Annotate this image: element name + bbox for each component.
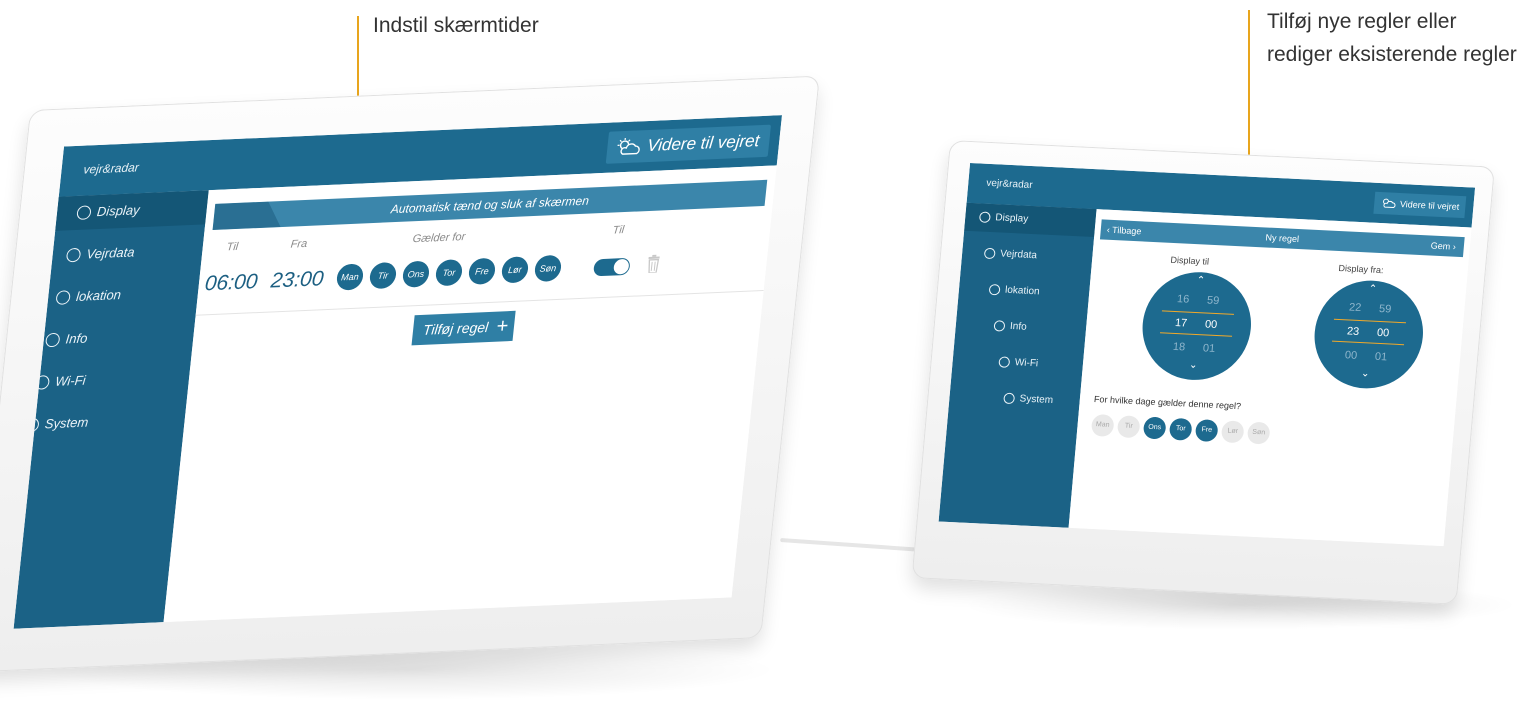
day-chip-ons[interactable]: Ons <box>1142 416 1167 440</box>
chevron-up-icon[interactable]: ⌃ <box>1146 273 1255 289</box>
col-header-gaelder: Gælder for <box>412 230 466 246</box>
sidebar-item-wifi[interactable]: Wi-Fi <box>34 359 192 400</box>
sidebar-item-vejrdata[interactable]: Vejrdata <box>51 232 205 273</box>
plus-icon: + <box>495 315 510 338</box>
check-icon <box>24 417 40 433</box>
wifi-icon <box>998 356 1011 368</box>
panel-title: Automatisk tænd og sluk af skærmen <box>390 193 590 217</box>
col-header-fra: Fra <box>290 237 308 251</box>
sidebar-item-lokation[interactable]: lokation <box>46 275 200 316</box>
chevron-down-icon[interactable]: ⌄ <box>1139 357 1248 373</box>
panel-header: Automatisk tænd og sluk af skærmen <box>212 179 768 231</box>
power-icon <box>76 205 92 220</box>
brand-logo-right: vejr&radar <box>985 177 1033 192</box>
toggle-knob <box>613 258 630 275</box>
day-chip-tor[interactable]: Tor <box>1168 417 1193 441</box>
days-question: For hvilke dage gælder denne regel? <box>1093 394 1242 412</box>
col-header-til2: Til <box>612 224 625 237</box>
location-icon <box>988 283 1001 296</box>
check-icon <box>1003 392 1016 405</box>
ellipsis-icon <box>983 247 996 260</box>
rule-editor-title: Ny regel <box>1265 232 1300 245</box>
sidebar-item-display[interactable]: Display <box>55 190 209 231</box>
chevron-down-icon[interactable]: ⌄ <box>1311 366 1420 382</box>
day-chip-man[interactable]: Man <box>335 263 365 291</box>
trash-icon[interactable] <box>646 254 661 274</box>
rule-toggle[interactable] <box>592 257 631 277</box>
chevron-up-icon[interactable]: ⌃ <box>1318 281 1427 297</box>
sidebar-item-vejrdata[interactable]: Vejrdata <box>961 239 1093 273</box>
right-tablet-screen: vejr&radar Videre til vejret Display Vej… <box>938 162 1476 547</box>
sun-cloud-icon <box>1382 198 1396 208</box>
right-tablet-frame: vejr&radar Videre til vejret Display Vej… <box>911 140 1495 605</box>
weather-button[interactable]: Videre til vejret <box>605 124 772 164</box>
right-content: ‹ Tilbage Ny regel Gem › Display til ⌃ 1… <box>1068 209 1472 547</box>
add-rule-button[interactable]: Tilføj regel + <box>411 310 516 346</box>
day-chip-son[interactable]: Søn <box>533 254 563 283</box>
day-chip-son[interactable]: Søn <box>1246 421 1271 445</box>
day-chip-tir[interactable]: Tir <box>1116 415 1141 439</box>
left-callout-text: Indstil skærmtider <box>373 14 539 37</box>
day-chip-tor[interactable]: Tor <box>434 259 464 287</box>
sidebar-item-info[interactable]: Info <box>42 317 196 358</box>
ellipsis-icon <box>65 247 82 263</box>
dial-fra-label: Display fra: <box>1338 263 1384 276</box>
rule-fra-time[interactable]: 23:00 <box>270 267 325 293</box>
day-chip-lor[interactable]: Lør <box>1220 420 1245 444</box>
save-button[interactable]: Gem › <box>1430 236 1457 257</box>
day-chip-ons[interactable]: Ons <box>401 260 431 288</box>
left-content: Automatisk tænd og sluk af skærmen Til F… <box>163 165 777 623</box>
sidebar-item-display[interactable]: Display <box>964 202 1097 238</box>
sidebar-item-info[interactable]: Info <box>955 310 1087 344</box>
day-chip-fre[interactable]: Fre <box>1194 419 1219 443</box>
right-callout-text-line2: rediger eksisterende regler <box>1267 43 1517 66</box>
add-rule-label: Tilføj regel <box>422 318 490 338</box>
sidebar-item-lokation[interactable]: lokation <box>958 275 1090 309</box>
location-icon <box>55 290 71 305</box>
left-tablet-screen: vejr&radar Videre til vejret Display Vej… <box>13 115 783 629</box>
col-header-til: Til <box>226 240 239 254</box>
weather-button-right-label: Videre til vejret <box>1399 199 1460 212</box>
sun-cloud-icon <box>617 137 640 155</box>
power-icon <box>978 211 991 223</box>
sidebar-item-system[interactable]: System <box>24 401 187 442</box>
brand-logo: vejr&radar <box>82 160 140 177</box>
bulb-icon <box>993 320 1006 332</box>
left-tablet-frame: vejr&radar Videre til vejret Display Vej… <box>0 75 821 673</box>
sidebar-item-wifi[interactable]: Wi-Fi <box>952 346 1084 380</box>
dial-til-label: Display til <box>1170 254 1210 267</box>
day-chip-tir[interactable]: Tir <box>368 261 398 290</box>
day-chip-lor[interactable]: Lør <box>500 256 530 284</box>
bulb-icon <box>44 332 61 348</box>
weather-button-right[interactable]: Videre til vejret <box>1372 191 1467 219</box>
right-callout-text-line1: Tilføj nye regler eller <box>1267 10 1457 33</box>
day-chip-fre[interactable]: Fre <box>467 257 497 285</box>
time-dial-fra[interactable]: ⌃ 22 59 23 00 00 01 ⌄ <box>1310 278 1428 391</box>
rule-til-time[interactable]: 06:00 <box>204 270 259 296</box>
day-chip-man[interactable]: Man <box>1090 413 1115 437</box>
weather-button-label: Videre til vejret <box>646 131 761 156</box>
time-dial-til[interactable]: ⌃ 16 59 17 00 18 01 ⌄ <box>1138 269 1256 383</box>
sidebar-item-system[interactable]: System <box>948 382 1080 416</box>
rule-editor-header: ‹ Tilbage Ny regel Gem › <box>1099 219 1465 258</box>
wifi-icon <box>34 375 51 390</box>
